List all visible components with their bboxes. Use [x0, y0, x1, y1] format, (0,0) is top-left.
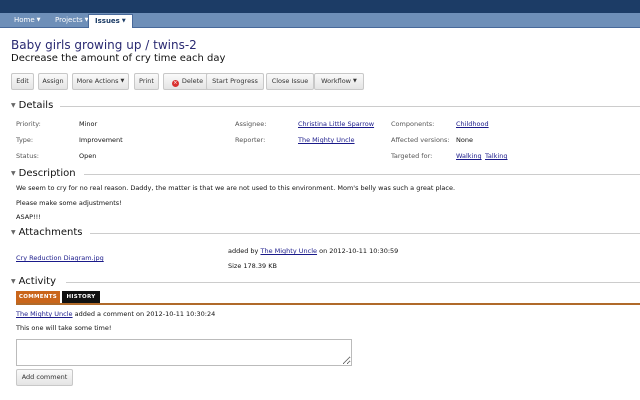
add-comment-button[interactable]: Add comment — [16, 369, 73, 386]
comment-meta: added a comment on 2012-10-11 10:30:24 — [74, 310, 216, 318]
comment-author-link[interactable]: The Mighty Uncle — [16, 310, 73, 318]
tab-underline — [16, 303, 640, 305]
project-link[interactable]: Baby girls growing up — [11, 38, 141, 52]
top-brand-bar — [0, 0, 640, 13]
edit-button[interactable]: Edit — [11, 73, 34, 90]
nav-tab-home-label: Home — [14, 16, 35, 24]
chevron-down-icon: ▼ — [36, 17, 41, 23]
issue-summary: Decrease the amount of cry time each day — [11, 53, 226, 64]
start-progress-button[interactable]: Start Progress — [206, 73, 264, 90]
workflow-label: Workflow — [321, 77, 351, 85]
assignee-link[interactable]: Christina Little Sparrow — [298, 120, 374, 128]
description-line: ASAP!!! — [16, 213, 41, 221]
close-issue-button[interactable]: Close Issue — [266, 73, 314, 90]
priority-value: Minor — [79, 120, 98, 128]
assign-button[interactable]: Assign — [38, 73, 68, 90]
nav-tab-projects-label: Projects — [55, 16, 83, 24]
comment-header: The Mighty Uncle added a comment on 2012… — [16, 310, 215, 318]
comment-text: This one will take some time! — [16, 324, 112, 332]
description-heading: Description — [18, 168, 76, 179]
description-divider — [84, 174, 640, 175]
attachment-file-link[interactable]: Cry Reduction Diagram.jpg — [16, 254, 104, 262]
details-section-toggle[interactable]: ▼ Details — [11, 100, 53, 111]
delete-icon: × — [171, 80, 179, 87]
attachment-added-info: added by The Mighty Uncle on 2012-10-11 … — [228, 247, 398, 255]
title-separator: / — [141, 38, 154, 52]
nav-tab-issues[interactable]: Issues ▼ — [88, 14, 133, 28]
attachment-added-date: on 2012-10-11 10:30:59 — [319, 247, 399, 255]
delete-label: Delete — [181, 77, 204, 85]
details-heading: Details — [18, 100, 54, 111]
workflow-button[interactable]: Workflow ▼ — [314, 73, 364, 90]
chevron-down-icon: ▼ — [120, 78, 125, 84]
targeted-for-label: Targeted for: — [391, 152, 433, 160]
more-actions-label: More Actions — [76, 77, 119, 85]
details-divider — [60, 106, 640, 107]
chevron-down-icon: ▼ — [353, 78, 357, 84]
more-actions-button[interactable]: More Actions ▼ — [72, 73, 129, 90]
targeted-walking-link[interactable]: Walking — [456, 152, 482, 160]
targeted-talking-link[interactable]: Talking — [485, 152, 508, 160]
tab-history[interactable]: HISTORY — [62, 291, 100, 303]
description-line: Please make some adjustments! — [16, 199, 122, 207]
collapse-triangle-icon: ▼ — [11, 229, 16, 236]
nav-tab-home[interactable]: Home ▼ — [8, 14, 47, 28]
status-value: Open — [79, 152, 97, 160]
attachment-size: Size 178.39 KB — [228, 262, 277, 270]
chevron-down-icon: ▼ — [121, 18, 126, 24]
status-label: Status: — [16, 152, 39, 160]
attachments-heading: Attachments — [18, 227, 83, 238]
collapse-triangle-icon: ▼ — [11, 278, 16, 285]
type-label: Type: — [16, 136, 34, 144]
components-label: Components: — [391, 120, 435, 128]
collapse-triangle-icon: ▼ — [11, 102, 16, 109]
nav-tab-issues-label: Issues — [95, 17, 120, 25]
delete-button[interactable]: × Delete — [163, 73, 212, 90]
assignee-label: Assignee: — [235, 120, 267, 128]
activity-heading: Activity — [18, 276, 57, 287]
comment-input[interactable] — [16, 339, 352, 366]
affected-versions-value: None — [456, 136, 473, 144]
activity-section-toggle[interactable]: ▼ Activity — [11, 276, 56, 287]
tab-comments[interactable]: COMMENTS — [16, 291, 60, 303]
description-line: We seem to cry for no real reason. Daddy… — [16, 184, 456, 192]
activity-divider — [66, 282, 640, 283]
reporter-label: Reporter: — [235, 136, 266, 144]
description-section-toggle[interactable]: ▼ Description — [11, 168, 76, 179]
attachments-divider — [90, 233, 640, 234]
type-value: Improvement — [79, 136, 123, 144]
priority-label: Priority: — [16, 120, 41, 128]
components-link[interactable]: Childhood — [456, 120, 489, 128]
issue-key: twins-2 — [153, 38, 197, 52]
attachments-section-toggle[interactable]: ▼ Attachments — [11, 227, 82, 238]
attachment-added-prefix: added by — [228, 247, 259, 255]
attachment-author-link[interactable]: The Mighty Uncle — [260, 247, 317, 255]
reporter-link[interactable]: The Mighty Uncle — [298, 136, 355, 144]
main-navigation: Home ▼ Projects ▼ Issues ▼ — [0, 13, 640, 28]
print-button[interactable]: Print — [134, 73, 159, 90]
page-title: Baby girls growing up / twins-2 — [11, 38, 197, 52]
collapse-triangle-icon: ▼ — [11, 170, 16, 177]
affected-versions-label: Affected versions: — [391, 136, 450, 144]
